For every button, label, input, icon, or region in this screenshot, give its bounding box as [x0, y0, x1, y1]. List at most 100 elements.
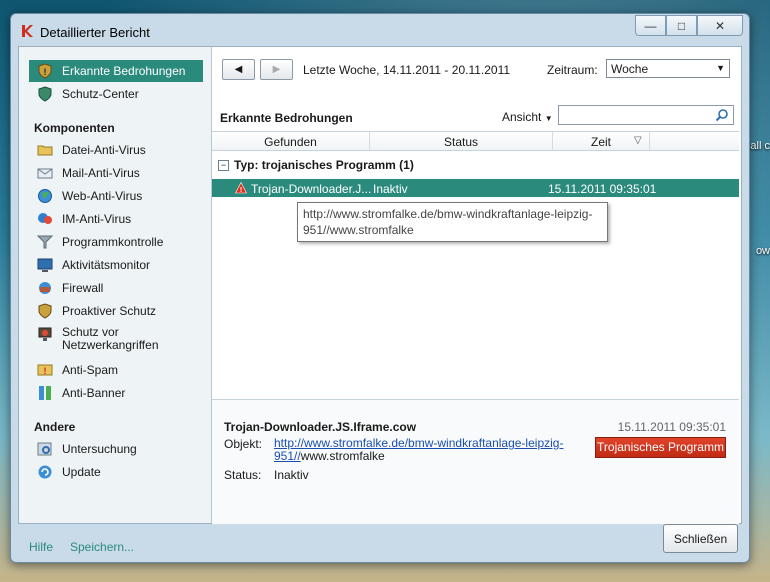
sidebar-item-programmkontrolle[interactable]: Programmkontrolle: [29, 231, 203, 253]
monitor-icon: [37, 258, 53, 272]
section-heading-andere: Andere: [34, 420, 76, 434]
sidebar-item-proaktiver-schutz[interactable]: Proaktiver Schutz: [29, 300, 203, 322]
ansicht-menu[interactable]: Ansicht ▼: [502, 110, 553, 124]
folder-icon: [37, 145, 53, 156]
row-name: Trojan-Downloader.J...: [251, 182, 372, 196]
close-window-button[interactable]: ✕: [697, 15, 743, 36]
status-label: Status:: [224, 468, 262, 482]
collapse-icon[interactable]: −: [218, 159, 229, 171]
sidebar-item-update[interactable]: Update: [29, 461, 203, 483]
search-input[interactable]: [558, 105, 734, 125]
column-header-gefunden[interactable]: Gefunden: [212, 135, 369, 149]
sort-desc-icon: ▽: [634, 135, 642, 146]
forward-button[interactable]: ▶: [260, 59, 293, 80]
filter-icon: [37, 235, 53, 249]
threat-type-button[interactable]: Trojanisches Programm: [595, 437, 726, 458]
window-title: Detaillierter Bericht: [40, 25, 150, 40]
sidebar-item-label: Schutz-Center: [62, 86, 139, 101]
kaspersky-logo-icon: [22, 25, 33, 37]
sidebar-item-anti-spam[interactable]: ! Anti-Spam: [29, 359, 203, 381]
objekt-value: http://www.stromfalke.de/bmw-windkraftan…: [274, 437, 574, 463]
detail-date: 15.11.2011 09:35:01: [617, 420, 726, 434]
sidebar-item-label: Untersuchung: [62, 441, 137, 456]
column-header-status[interactable]: Status: [370, 135, 552, 149]
back-button[interactable]: ◀: [222, 59, 255, 80]
table-row[interactable]: ! Trojan-Downloader.J... Inaktiv 15.11.2…: [212, 179, 739, 197]
maximize-button[interactable]: □: [666, 15, 697, 36]
globe-icon: [38, 189, 52, 203]
sidebar-item-label: Mail-Anti-Virus: [62, 165, 140, 180]
minimize-button[interactable]: —: [635, 15, 666, 36]
sidebar-item-label: Anti-Banner: [62, 385, 126, 400]
network-shield-icon: [38, 327, 52, 341]
sidebar-item-web-anti-virus[interactable]: Web-Anti-Virus: [29, 185, 203, 207]
status-value: Inaktiv: [274, 468, 309, 482]
sidebar-item-schutz-center[interactable]: Schutz-Center: [29, 83, 203, 105]
sidebar-item-label-line2: Netzwerkangriffen: [62, 338, 159, 352]
shield-alert-icon: !: [38, 63, 52, 79]
report-window: Detaillierter Bericht — □ ✕ ! Erkannte B…: [10, 13, 750, 563]
ansicht-label: Ansicht: [502, 110, 542, 124]
chevron-down-icon: ▼: [716, 63, 725, 73]
sidebar-item-label: IM-Anti-Virus: [62, 211, 132, 226]
chat-icon: [38, 213, 52, 224]
sidebar: ! Erkannte Bedrohungen Schutz-Center Kom…: [19, 47, 212, 523]
sidebar-item-datei-anti-virus[interactable]: Datei-Anti-Virus: [29, 139, 203, 161]
sidebar-item-im-anti-virus[interactable]: IM-Anti-Virus: [29, 208, 203, 230]
shield-icon: [38, 303, 52, 319]
sidebar-item-aktivitaetsmonitor[interactable]: Aktivitätsmonitor: [29, 254, 203, 276]
help-link[interactable]: Hilfe: [29, 540, 53, 554]
zeitraum-label: Zeitraum:: [547, 63, 598, 77]
objekt-link[interactable]: http://www.stromfalke.de/bmw-windkraftan…: [274, 436, 563, 450]
spam-icon: !: [37, 364, 53, 376]
zeitraum-select[interactable]: Woche ▼: [606, 59, 730, 78]
objekt-rest: www.stromfalke: [300, 449, 385, 463]
client-area: ! Erkannte Bedrohungen Schutz-Center Kom…: [18, 46, 742, 524]
sidebar-item-mail-anti-virus[interactable]: Mail-Anti-Virus: [29, 162, 203, 184]
sidebar-item-label: Schutz vor Netzwerkangriffen: [62, 326, 159, 352]
row-time: 15.11.2011 09:35:01: [548, 182, 657, 196]
column-separator: [649, 132, 650, 150]
group-header[interactable]: − Typ: trojanisches Programm (1): [218, 158, 414, 172]
desktop-text: ow: [755, 245, 770, 257]
sidebar-item-label-line1: Schutz vor: [62, 325, 119, 339]
sidebar-item-label: Programmkontrolle: [62, 234, 164, 249]
column-header-row: Gefunden Status Zeit ▽: [212, 131, 739, 151]
sidebar-item-schutz-vor-netzwerkangriffen[interactable]: Schutz vor Netzwerkangriffen: [29, 323, 203, 353]
scan-icon: [37, 442, 52, 456]
search-icon[interactable]: [715, 108, 729, 122]
sidebar-item-label: Update: [62, 464, 101, 479]
main-panel: ◀ ▶ Letzte Woche, 14.11.2011 - 20.11.201…: [212, 47, 741, 524]
sidebar-item-label: Proaktiver Schutz: [62, 303, 157, 318]
sidebar-item-label: Erkannte Bedrohungen: [62, 63, 186, 78]
close-button[interactable]: Schließen: [663, 524, 738, 553]
warning-icon: !: [235, 182, 247, 194]
save-link[interactable]: Speichern...: [70, 540, 134, 554]
period-label: Letzte Woche, 14.11.2011 - 20.11.2011: [303, 63, 511, 77]
detail-panel: Trojan-Downloader.JS.Iframe.cow 15.11.20…: [212, 399, 739, 524]
sidebar-item-label: Anti-Spam: [62, 362, 119, 377]
section-heading-komponenten: Komponenten: [34, 121, 115, 135]
group-label: Typ: trojanisches Programm (1): [234, 158, 414, 172]
svg-text:!: !: [240, 187, 242, 194]
detail-threat-name: Trojan-Downloader.JS.Iframe.cow: [224, 420, 417, 434]
tooltip-line2: 951//www.stromfalke: [303, 223, 414, 237]
firewall-icon: [39, 282, 51, 294]
sidebar-item-label: Aktivitätsmonitor: [62, 257, 151, 272]
mail-icon: [37, 168, 53, 179]
sidebar-item-untersuchung[interactable]: Untersuchung: [29, 438, 203, 460]
sidebar-item-label: Datei-Anti-Virus: [62, 142, 146, 157]
tooltip-line1: http://www.stromfalke.de/bmw-windkraftan…: [303, 207, 593, 221]
sidebar-item-anti-banner[interactable]: Anti-Banner: [29, 382, 203, 404]
banner-icon: [39, 386, 51, 400]
title-bar[interactable]: Detaillierter Bericht — □ ✕: [11, 14, 749, 46]
row-status: Inaktiv: [373, 182, 408, 196]
sidebar-item-erkannte-bedrohungen[interactable]: ! Erkannte Bedrohungen: [29, 60, 203, 82]
objekt-label: Objekt:: [224, 437, 263, 451]
objekt-link-cont[interactable]: 951//: [274, 449, 301, 463]
sidebar-item-firewall[interactable]: Firewall: [29, 277, 203, 299]
shield-icon: [38, 86, 52, 102]
svg-text:!: !: [44, 67, 47, 77]
update-icon: [38, 465, 52, 479]
sidebar-item-label: Web-Anti-Virus: [62, 188, 143, 203]
